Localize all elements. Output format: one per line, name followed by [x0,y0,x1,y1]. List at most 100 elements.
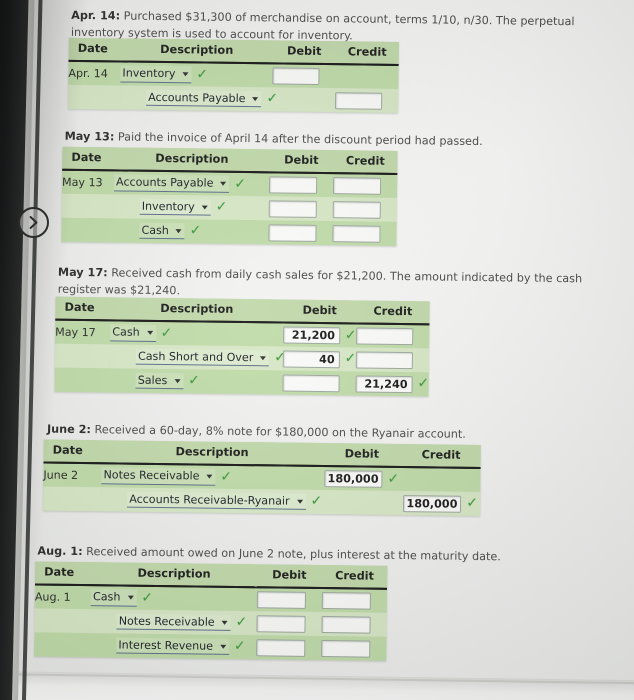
transaction-date-label: Aug. 1: [37,544,83,559]
column-header-debit: Debit [322,443,402,468]
transaction-prompt-text: Paid the invoice of April 14 after the d… [117,130,483,149]
column-header-description: Description [120,38,273,64]
account-cell: Accounts Receivable-Ryanair ✓ [101,487,322,515]
debit-input[interactable]: 180,000 [324,470,383,488]
debit-input[interactable] [282,374,340,392]
credit-cell: ✓ [321,588,388,613]
column-header-debit: Debit [282,299,357,324]
debit-validation-check: ✓ [344,350,357,367]
journal-table-may-17: Date Description Debit Credit May 17 Cash ✓ 21,… [54,296,430,397]
debit-validation-check: ✓ [322,179,333,193]
caret-down-icon [201,205,208,210]
debit-input[interactable] [268,176,318,194]
credit-input[interactable] [320,639,371,658]
account-select[interactable]: Notes Receivable [116,613,231,632]
credit-input[interactable] [332,177,382,195]
debit-validation-check: ✓ [387,470,400,487]
debit-cell: 21,200 ✓ [282,322,357,348]
credit-input[interactable] [335,91,383,110]
account-select-value: Accounts Payable [116,175,214,190]
account-select[interactable]: Accounts Payable [146,89,262,108]
column-header-date: Date [62,146,115,171]
journal-table-may-13: Date Description Debit Credit May 13 Accounts… [61,146,398,246]
account-select[interactable]: Inventory [120,65,192,84]
credit-validation-check: ✓ [385,227,396,241]
credit-input[interactable] [355,350,413,369]
account-validation-check: ✓ [141,589,153,606]
debit-cell: ✓ [282,370,356,396]
credit-cell: 21,240 ✓ [355,371,429,397]
column-header-date: Date [43,439,102,464]
credit-input[interactable]: 180,000 [403,494,462,513]
credit-input[interactable] [321,592,371,610]
journal-table-apr-14: Date Description Debit Credit Apr. 14 Invento… [68,37,399,113]
credit-cell: ✓ [355,347,430,373]
debit-input[interactable] [272,67,320,85]
account-select-value: Cash [141,223,169,237]
account-validation-check: ✓ [220,468,232,485]
debit-input[interactable] [256,614,306,633]
credit-input[interactable] [321,615,371,634]
debit-cell: ✓ [268,220,333,246]
account-select[interactable]: Cash [90,589,137,607]
transaction-prompt-text: Purchased $31,300 of merchandise on acco… [70,9,575,43]
credit-cell-empty [335,64,399,89]
entry-date [34,608,91,634]
table-row: Sales✓✓21,240✓ [54,367,429,397]
debit-input[interactable] [255,638,306,657]
debit-cell-empty [321,490,402,516]
account-select[interactable]: Accounts Receivable-Ryanair [127,491,306,511]
credit-validation-check: ✓ [387,94,398,108]
credit-input[interactable] [355,327,414,346]
column-header-description: Description [91,562,257,588]
account-select-value: Notes Receivable [118,614,215,629]
column-header-credit: Credit [401,444,481,469]
transaction-prompt-text: Received cash from daily cash sales for … [57,266,583,298]
debit-input[interactable] [268,199,317,218]
credit-cell: ✓ [332,221,397,246]
column-header-date: Date [35,561,92,586]
debit-cell: ✓ [255,635,322,661]
next-question-button[interactable] [18,207,49,238]
column-header-debit: Debit [256,564,323,589]
debit-input[interactable]: 40 [282,350,340,368]
account-select[interactable]: Cash [110,324,156,342]
entry-date: May 17 [55,319,111,345]
column-header-credit: Credit [335,41,399,65]
account-validation-check: ✓ [188,372,200,389]
debit-cell: ✓ [272,63,336,89]
debit-input[interactable]: 21,200 [282,326,341,345]
transaction-date-label: June 2: [46,422,92,437]
debit-validation-check: ✓ [344,327,357,344]
account-select[interactable]: Cash Short and Over [135,348,270,367]
account-select[interactable]: Interest Revenue [116,637,230,656]
debit-input[interactable] [256,591,306,609]
account-validation-check: ✓ [266,90,278,107]
journal-table-june-2: Date Description Debit Credit June 2 Notes Re… [42,439,481,517]
credit-validation-check: ✓ [375,642,386,656]
entry-date: Apr. 14 [68,60,121,86]
debit-cell-empty [271,87,336,113]
column-header-description: Description [110,297,284,323]
account-select[interactable]: Sales [135,372,184,390]
account-select[interactable]: Inventory [139,198,211,217]
credit-cell: ✓ [332,197,397,222]
credit-validation-check: ✓ [417,375,429,392]
account-select[interactable]: Accounts Payable [113,174,230,193]
credit-input[interactable] [332,200,381,219]
entry-date [42,486,102,512]
account-select[interactable]: Notes Receivable [101,467,216,486]
account-cell: Cash ✓ [110,320,283,347]
account-select[interactable]: Cash [139,222,185,240]
debit-cell: ✓ [268,196,333,222]
column-header-date: Date [55,296,111,321]
credit-cell-empty [401,467,481,493]
credit-input[interactable]: 21,240 [355,374,413,393]
column-header-description: Description [101,440,323,467]
debit-cell: ✓ [268,172,334,198]
debit-input[interactable] [268,223,317,242]
caret-down-icon [221,620,228,625]
credit-input[interactable] [332,224,381,243]
credit-cell: ✓ [355,323,430,349]
account-cell: Cash ✓ [113,218,269,245]
